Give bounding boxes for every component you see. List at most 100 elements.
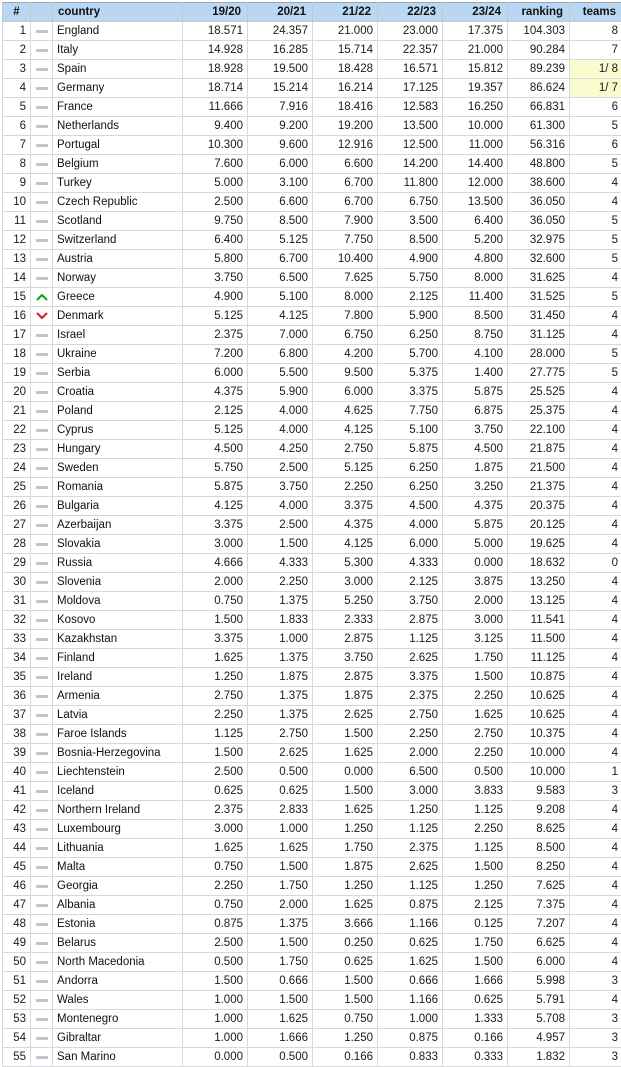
cell-country[interactable]: Kazakhstan [53, 630, 183, 649]
cell-country[interactable]: France [53, 98, 183, 117]
table-row[interactable]: 45Malta0.7501.5001.8752.6251.5008.2504 [3, 858, 621, 877]
table-row[interactable]: 36Armenia2.7501.3751.8752.3752.25010.625… [3, 687, 621, 706]
cell-country[interactable]: Turkey [53, 174, 183, 193]
table-row[interactable]: 10Czech Republic2.5006.6006.7006.75013.5… [3, 193, 621, 212]
table-row[interactable]: 35Ireland1.2501.8752.8753.3751.50010.875… [3, 668, 621, 687]
table-row[interactable]: 27Azerbaijan3.3752.5004.3754.0005.87520.… [3, 516, 621, 535]
table-row[interactable]: 52Wales1.0001.5001.5001.1660.6255.7914 [3, 991, 621, 1010]
table-row[interactable]: 26Bulgaria4.1254.0003.3754.5004.37520.37… [3, 497, 621, 516]
cell-country[interactable]: Italy [53, 41, 183, 60]
table-row[interactable]: 12Switzerland6.4005.1257.7508.5005.20032… [3, 231, 621, 250]
table-row[interactable]: 13Austria5.8006.70010.4004.9004.80032.60… [3, 250, 621, 269]
table-row[interactable]: 9Turkey5.0003.1006.70011.80012.00038.600… [3, 174, 621, 193]
table-row[interactable]: 20Croatia4.3755.9006.0003.3755.87525.525… [3, 383, 621, 402]
cell-country[interactable]: Scotland [53, 212, 183, 231]
table-row[interactable]: 51Andorra1.5000.6661.5000.6661.6665.9983 [3, 972, 621, 991]
cell-country[interactable]: Belgium [53, 155, 183, 174]
table-row[interactable]: 54Gibraltar1.0001.6661.2500.8750.1664.95… [3, 1029, 621, 1048]
cell-country[interactable]: Slovenia [53, 573, 183, 592]
table-row[interactable]: 21Poland2.1254.0004.6257.7506.87525.3754 [3, 402, 621, 421]
cell-country[interactable]: Faroe Islands [53, 725, 183, 744]
cell-country[interactable]: Belarus [53, 934, 183, 953]
cell-country[interactable]: Montenegro [53, 1010, 183, 1029]
cell-country[interactable]: Czech Republic [53, 193, 183, 212]
cell-country[interactable]: Iceland [53, 782, 183, 801]
table-row[interactable]: 19Serbia6.0005.5009.5005.3751.40027.7755 [3, 364, 621, 383]
table-row[interactable]: 15Greece4.9005.1008.0002.12511.40031.525… [3, 288, 621, 307]
table-row[interactable]: 38Faroe Islands1.1252.7501.5002.2502.750… [3, 725, 621, 744]
cell-country[interactable]: Georgia [53, 877, 183, 896]
table-row[interactable]: 48Estonia0.8751.3753.6661.1660.1257.2074 [3, 915, 621, 934]
cell-country[interactable]: Kosovo [53, 611, 183, 630]
table-row[interactable]: 25Romania5.8753.7502.2506.2503.25021.375… [3, 478, 621, 497]
table-row[interactable]: 4Germany18.71415.21416.21417.12519.35786… [3, 79, 621, 98]
cell-country[interactable]: Liechtenstein [53, 763, 183, 782]
cell-country[interactable]: Moldova [53, 592, 183, 611]
cell-country[interactable]: San Marino [53, 1048, 183, 1067]
table-row[interactable]: 44Lithuania1.6251.6251.7502.3751.1258.50… [3, 839, 621, 858]
column-header-ranking[interactable]: ranking [508, 3, 570, 22]
table-row[interactable]: 43Luxembourg3.0001.0001.2501.1252.2508.6… [3, 820, 621, 839]
table-row[interactable]: 2Italy14.92816.28515.71422.35721.00090.2… [3, 41, 621, 60]
table-row[interactable]: 32Kosovo1.5001.8332.3332.8753.00011.5414 [3, 611, 621, 630]
cell-country[interactable]: Hungary [53, 440, 183, 459]
table-row[interactable]: 11Scotland9.7508.5007.9003.5006.40036.05… [3, 212, 621, 231]
cell-country[interactable]: Cyprus [53, 421, 183, 440]
table-row[interactable]: 16Denmark5.1254.1257.8005.9008.50031.450… [3, 307, 621, 326]
cell-country[interactable]: Spain [53, 60, 183, 79]
table-row[interactable]: 1England18.57124.35721.00023.00017.37510… [3, 22, 621, 41]
table-row[interactable]: 7Portugal10.3009.60012.91612.50011.00056… [3, 136, 621, 155]
table-row[interactable]: 17Israel2.3757.0006.7506.2508.75031.1254 [3, 326, 621, 345]
table-row[interactable]: 23Hungary4.5004.2502.7505.8754.50021.875… [3, 440, 621, 459]
cell-country[interactable]: Northern Ireland [53, 801, 183, 820]
cell-country[interactable]: England [53, 22, 183, 41]
table-row[interactable]: 22Cyprus5.1254.0004.1255.1003.75022.1004 [3, 421, 621, 440]
column-header-22-23[interactable]: 22/23 [378, 3, 443, 22]
table-row[interactable]: 8Belgium7.6006.0006.60014.20014.40048.80… [3, 155, 621, 174]
cell-country[interactable]: Romania [53, 478, 183, 497]
column-header-rank[interactable]: # [3, 3, 31, 22]
cell-country[interactable]: Finland [53, 649, 183, 668]
table-row[interactable]: 40Liechtenstein2.5000.5000.0006.5000.500… [3, 763, 621, 782]
cell-country[interactable]: Azerbaijan [53, 516, 183, 535]
table-row[interactable]: 6Netherlands9.4009.20019.20013.50010.000… [3, 117, 621, 136]
table-row[interactable]: 37Latvia2.2501.3752.6252.7501.62510.6254 [3, 706, 621, 725]
cell-country[interactable]: Russia [53, 554, 183, 573]
table-row[interactable]: 31Moldova0.7501.3755.2503.7502.00013.125… [3, 592, 621, 611]
cell-country[interactable]: Sweden [53, 459, 183, 478]
table-row[interactable]: 47Albania0.7502.0001.6250.8752.1257.3754 [3, 896, 621, 915]
table-row[interactable]: 30Slovenia2.0002.2503.0002.1253.87513.25… [3, 573, 621, 592]
cell-country[interactable]: Albania [53, 896, 183, 915]
cell-country[interactable]: Netherlands [53, 117, 183, 136]
table-row[interactable]: 39Bosnia-Herzegovina1.5002.6251.6252.000… [3, 744, 621, 763]
cell-country[interactable]: Wales [53, 991, 183, 1010]
cell-country[interactable]: Poland [53, 402, 183, 421]
cell-country[interactable]: Latvia [53, 706, 183, 725]
column-header-country[interactable]: country [53, 3, 183, 22]
table-row[interactable]: 29Russia4.6664.3335.3004.3330.00018.6320 [3, 554, 621, 573]
cell-country[interactable]: Gibraltar [53, 1029, 183, 1048]
column-header-23-24[interactable]: 23/24 [443, 3, 508, 22]
cell-country[interactable]: Germany [53, 79, 183, 98]
column-header-movement[interactable] [31, 3, 53, 22]
cell-country[interactable]: Denmark [53, 307, 183, 326]
column-header-19-20[interactable]: 19/20 [183, 3, 248, 22]
table-row[interactable]: 24Sweden5.7502.5005.1256.2501.87521.5004 [3, 459, 621, 478]
table-row[interactable]: 33Kazakhstan3.3751.0002.8751.1253.12511.… [3, 630, 621, 649]
cell-country[interactable]: Malta [53, 858, 183, 877]
cell-country[interactable]: Estonia [53, 915, 183, 934]
table-row[interactable]: 41Iceland0.6250.6251.5003.0003.8339.5833 [3, 782, 621, 801]
table-row[interactable]: 42Northern Ireland2.3752.8331.6251.2501.… [3, 801, 621, 820]
column-header-teams[interactable]: teams [570, 3, 621, 22]
table-row[interactable]: 5France11.6667.91618.41612.58316.25066.8… [3, 98, 621, 117]
table-row[interactable]: 50North Macedonia0.5001.7500.6251.6251.5… [3, 953, 621, 972]
cell-country[interactable]: Serbia [53, 364, 183, 383]
table-row[interactable]: 46Georgia2.2501.7501.2501.1251.2507.6254 [3, 877, 621, 896]
cell-country[interactable]: Slovakia [53, 535, 183, 554]
cell-country[interactable]: Switzerland [53, 231, 183, 250]
column-header-21-22[interactable]: 21/22 [313, 3, 378, 22]
cell-country[interactable]: Armenia [53, 687, 183, 706]
table-row[interactable]: 55San Marino0.0000.5000.1660.8330.3331.8… [3, 1048, 621, 1067]
column-header-20-21[interactable]: 20/21 [248, 3, 313, 22]
table-row[interactable]: 3Spain18.92819.50018.42816.57115.81289.2… [3, 60, 621, 79]
